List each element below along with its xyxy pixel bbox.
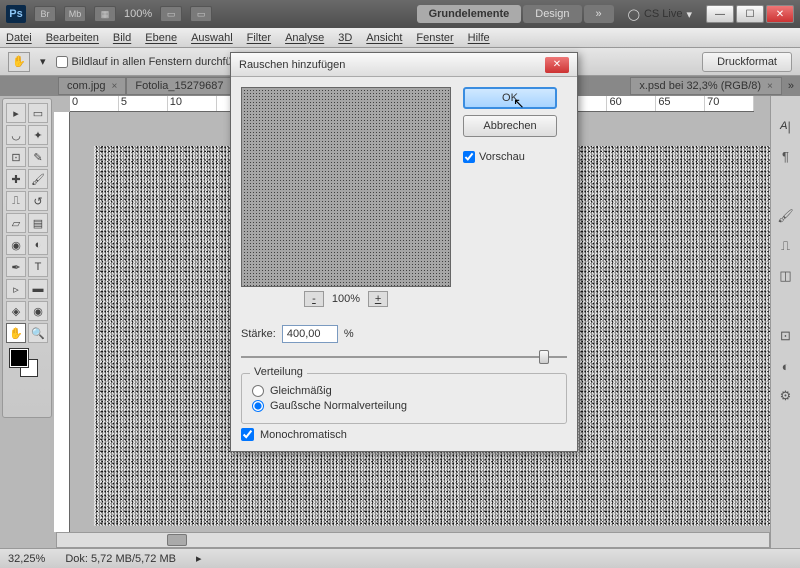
brush-panel-icon[interactable]: 🖌 (776, 206, 796, 226)
bridge-icon[interactable]: Br (34, 6, 56, 22)
menu-auswahl[interactable]: Auswahl (191, 32, 233, 44)
eraser-tool[interactable]: ▱ (6, 213, 26, 233)
preview-checkbox[interactable]: Vorschau (463, 151, 557, 163)
right-panel: A| ¶ 🖌 ⎍ ◫ ⊡ ◐ ⚙ (770, 96, 800, 548)
maximize-button[interactable]: ☐ (736, 5, 764, 23)
preview-zoom: 100% (332, 293, 360, 305)
info-panel-icon[interactable]: ◐ (776, 356, 796, 376)
arrange-icon[interactable]: ▭ (160, 6, 182, 22)
strength-label: Stärke: (241, 328, 276, 340)
doc-tab-1[interactable]: com.jpg× (58, 77, 126, 95)
distribution-group: Verteilung Gleichmäßig Gaußsche Normalve… (241, 373, 567, 424)
menu-analyse[interactable]: Analyse (285, 32, 324, 44)
doc-size-readout: Dok: 5,72 MB/5,72 MB (65, 553, 176, 565)
dropdown-icon[interactable]: ▾ (40, 55, 46, 68)
color-swatch[interactable] (6, 349, 48, 377)
hand-tool[interactable]: ✋ (6, 323, 26, 343)
menu-3d[interactable]: 3D (338, 32, 352, 44)
lasso-tool[interactable]: ◡ (6, 125, 26, 145)
screen-mode-icon[interactable]: ▭ (190, 6, 212, 22)
dialog-close-button[interactable]: ✕ (545, 57, 569, 73)
zoom-tool[interactable]: 🔍 (28, 323, 48, 343)
tools-panel-icon[interactable]: ⚙ (776, 386, 796, 406)
dialog-titlebar[interactable]: Rauschen hinzufügen ✕ (231, 53, 577, 77)
type-tool[interactable]: T (28, 257, 48, 277)
zoom-out-button[interactable]: - (304, 291, 324, 307)
workspace-tab-design[interactable]: Design (523, 5, 581, 23)
menu-datei[interactable]: Datei (6, 32, 32, 44)
brush-tool[interactable]: 🖌 (28, 169, 48, 189)
workspace-tab-grundelemente[interactable]: Grundelemente (417, 5, 522, 23)
blur-tool[interactable]: ◉ (6, 235, 26, 255)
strength-input[interactable]: 400,00 (282, 325, 338, 343)
paragraph-panel-icon[interactable]: ¶ (776, 146, 796, 166)
pen-tool[interactable]: ✒ (6, 257, 26, 277)
doc-tab-3[interactable]: x.psd bei 32,3% (RGB/8)× (630, 77, 782, 95)
menu-fenster[interactable]: Fenster (416, 32, 453, 44)
menubar: Datei Bearbeiten Bild Ebene Auswahl Filt… (0, 28, 800, 48)
close-icon[interactable]: × (767, 81, 773, 92)
gaussian-radio[interactable]: Gaußsche Normalverteilung (252, 400, 556, 412)
percent-label: % (344, 328, 354, 340)
scroll-all-checkbox[interactable]: Bildlauf in allen Fenstern durchführen (56, 56, 254, 68)
distribution-legend: Verteilung (250, 366, 307, 378)
zoom-in-button[interactable]: + (368, 291, 388, 307)
menu-ebene[interactable]: Ebene (145, 32, 177, 44)
close-button[interactable]: ✕ (766, 5, 794, 23)
type-panel-icon[interactable]: A| (776, 116, 796, 136)
doc-tab-2[interactable]: Fotolia_15279687 (126, 77, 232, 95)
zoom-level[interactable]: 100% (124, 8, 152, 20)
close-icon[interactable]: × (112, 81, 118, 92)
monochromatic-checkbox[interactable]: Monochromatisch (241, 428, 567, 441)
hand-tool-icon[interactable]: ✋ (8, 52, 30, 72)
eyedropper-tool[interactable]: ✎ (28, 147, 48, 167)
tab-overflow-icon[interactable]: » (782, 80, 800, 92)
ps-logo: Ps (6, 5, 26, 23)
menu-filter[interactable]: Filter (247, 32, 271, 44)
gradient-tool[interactable]: ▤ (28, 213, 48, 233)
titlebar: Ps Br Mb ▦ 100% ▭ ▭ Grundelemente Design… (0, 0, 800, 28)
tool-palette: ▸▭ ◡✦ ⊡✎ ✚🖌 ⎍↺ ▱▤ ◉◐ ✒T ▹▬ ◈◉ ✋🔍 (2, 98, 52, 418)
clone-panel-icon[interactable]: ⎍ (776, 236, 796, 256)
workspace-switcher: Grundelemente Design » (417, 5, 614, 23)
3d-tool[interactable]: ◈ (6, 301, 26, 321)
statusbar: 32,25% Dok: 5,72 MB/5,72 MB ▸ (0, 548, 800, 568)
chevron-right-icon[interactable]: ▸ (196, 552, 202, 565)
zoom-readout[interactable]: 32,25% (8, 553, 45, 565)
cslive-button[interactable]: CS Live ▾ (628, 8, 692, 21)
minibridge-icon[interactable]: Mb (64, 6, 86, 22)
minimize-button[interactable]: — (706, 5, 734, 23)
move-tool[interactable]: ▸ (6, 103, 26, 123)
uniform-radio[interactable]: Gleichmäßig (252, 385, 556, 397)
heal-tool[interactable]: ✚ (6, 169, 26, 189)
noise-preview[interactable] (241, 87, 451, 287)
path-tool[interactable]: ▹ (6, 279, 26, 299)
history-brush-tool[interactable]: ↺ (28, 191, 48, 211)
scroll-all-label: Bildlauf in allen Fenstern durchführen (72, 56, 254, 68)
preview-label: Vorschau (479, 151, 525, 163)
dialog-title: Rauschen hinzufügen (239, 59, 545, 71)
ok-button[interactable]: OK (463, 87, 557, 109)
view-extras-icon[interactable]: ▦ (94, 6, 116, 22)
shape-tool[interactable]: ▬ (28, 279, 48, 299)
nav-panel-icon[interactable]: ⊡ (776, 326, 796, 346)
stamp-tool[interactable]: ⎍ (6, 191, 26, 211)
swatches-panel-icon[interactable]: ◫ (776, 266, 796, 286)
menu-bearbeiten[interactable]: Bearbeiten (46, 32, 99, 44)
menu-hilfe[interactable]: Hilfe (468, 32, 490, 44)
workspace-more-icon[interactable]: » (584, 5, 614, 23)
marquee-tool[interactable]: ▭ (28, 103, 48, 123)
crop-tool[interactable]: ⊡ (6, 147, 26, 167)
ruler-vertical (54, 112, 70, 532)
print-format-button[interactable]: Druckformat (702, 52, 792, 72)
menu-ansicht[interactable]: Ansicht (366, 32, 402, 44)
menu-bild[interactable]: Bild (113, 32, 131, 44)
cancel-button[interactable]: Abbrechen (463, 115, 557, 137)
wand-tool[interactable]: ✦ (28, 125, 48, 145)
dodge-tool[interactable]: ◐ (28, 235, 48, 255)
strength-slider[interactable] (241, 349, 567, 365)
add-noise-dialog: Rauschen hinzufügen ✕ - 100% + OK Abbrec… (230, 52, 578, 452)
horizontal-scrollbar[interactable] (56, 532, 770, 548)
camera-tool[interactable]: ◉ (28, 301, 48, 321)
